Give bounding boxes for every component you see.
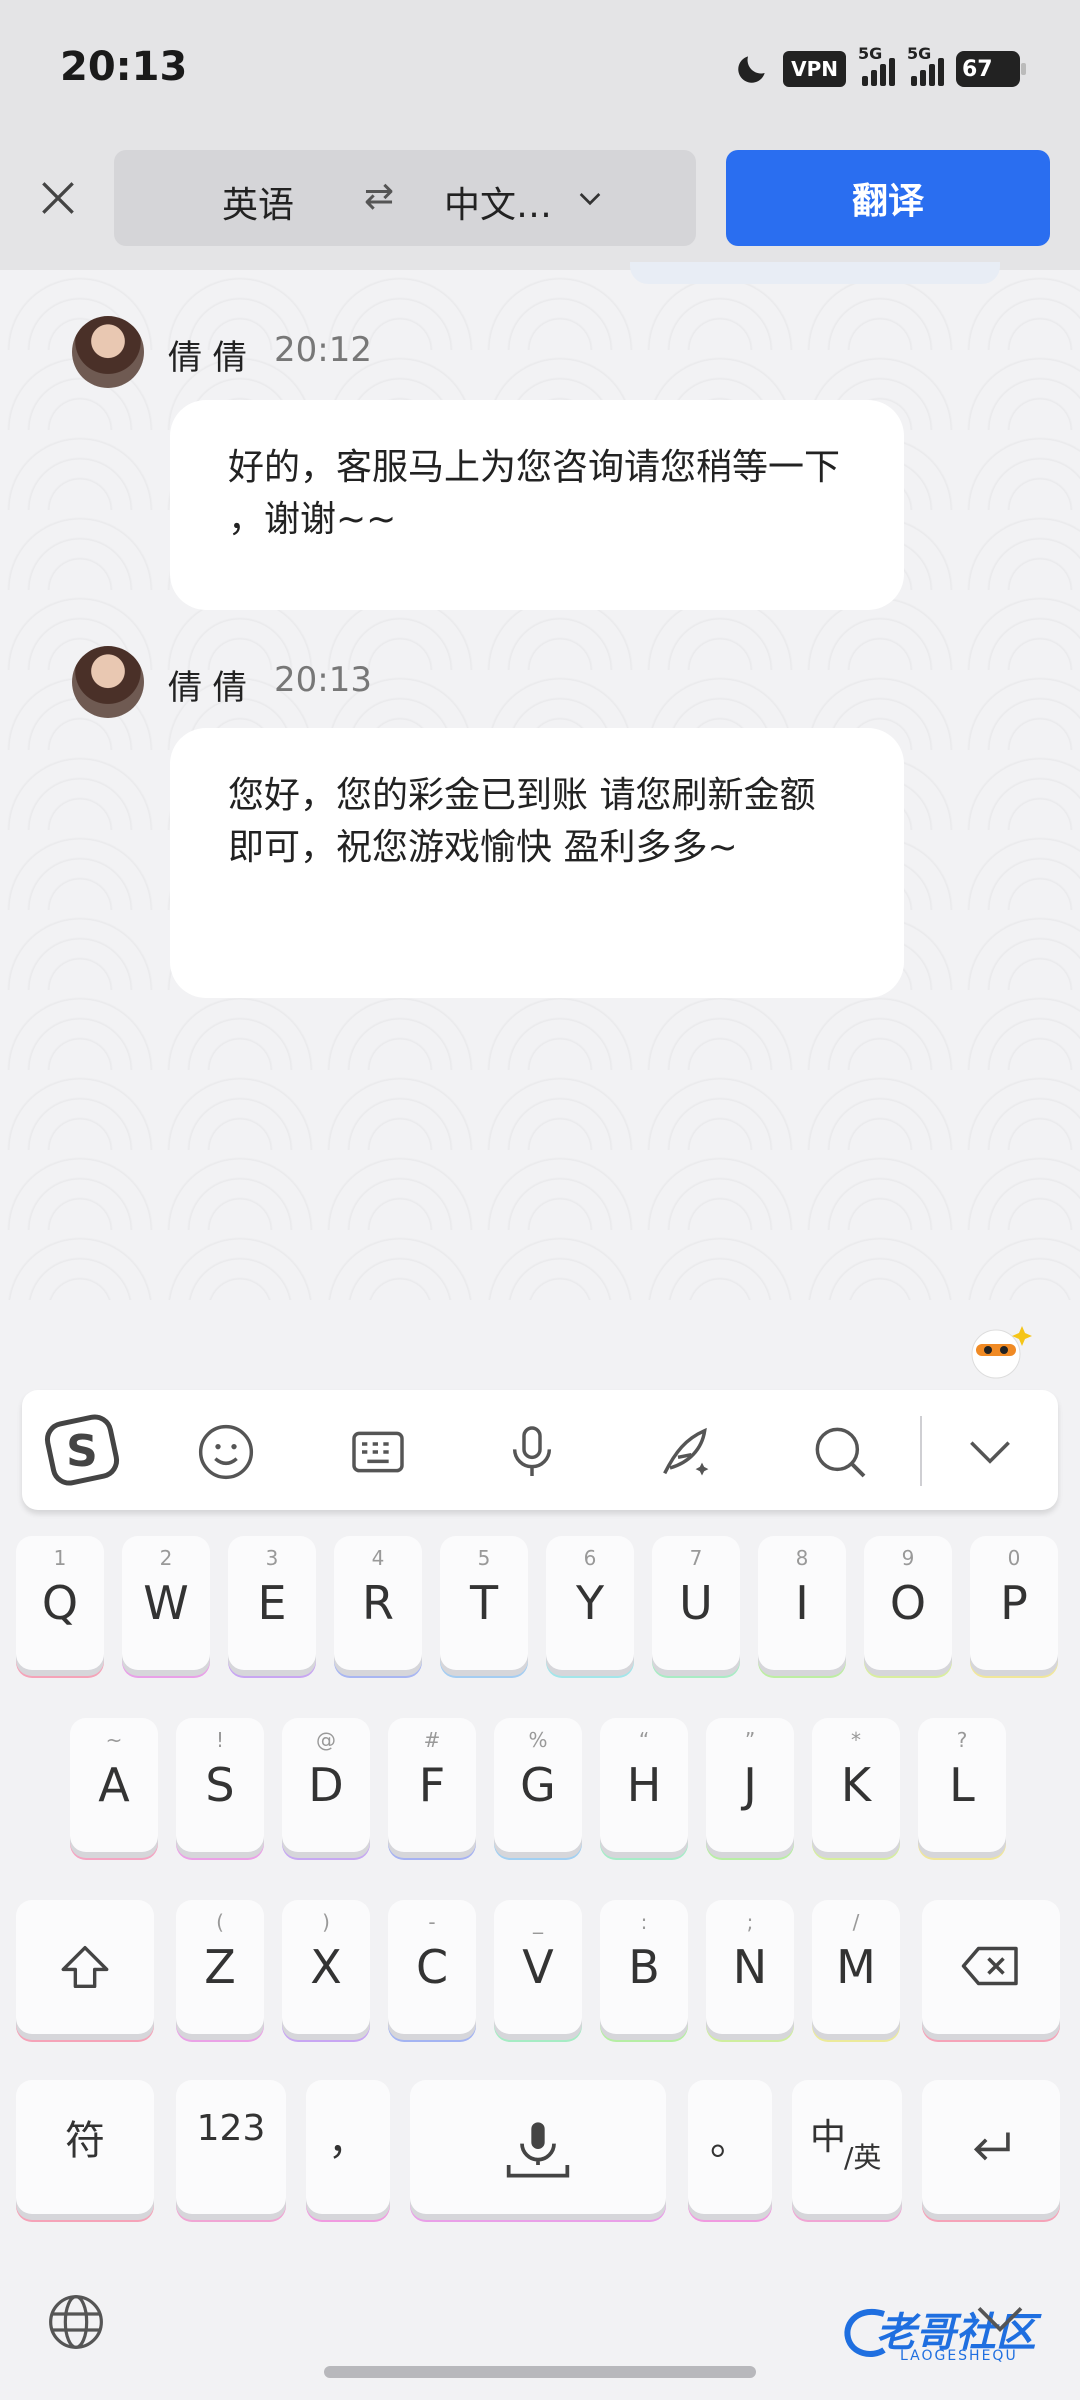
chat-area[interactable]: 倩 倩 20:12 好的，客服马上为您咨询请您稍等一下 ，谢谢~~ 倩 倩 20…: [0, 262, 1080, 1486]
signal-icon: 5G: [858, 44, 895, 86]
key-f[interactable]: # F: [388, 1718, 476, 1852]
comma-key[interactable]: ，: [306, 2080, 390, 2214]
key-c[interactable]: -C: [388, 1900, 476, 2034]
avatar[interactable]: [72, 646, 144, 718]
chevron-down-icon[interactable]: [574, 182, 606, 214]
status-icons: VPN 5G 5G 67: [733, 44, 1026, 88]
key-z[interactable]: (Z: [176, 1900, 264, 2034]
close-button[interactable]: [30, 170, 86, 226]
swap-icon[interactable]: ⇄: [364, 176, 394, 217]
watermark-logo: 老哥社区 LAOGESHEQU: [840, 2298, 1070, 2368]
space-key[interactable]: [410, 2080, 666, 2214]
key-b[interactable]: :B: [600, 1900, 688, 2034]
symbols-key[interactable]: 符: [16, 2080, 154, 2214]
keyboard-icon[interactable]: [346, 1420, 410, 1484]
period-key[interactable]: 。: [688, 2080, 772, 2214]
search-icon[interactable]: [808, 1420, 872, 1484]
moon-icon: [738, 56, 765, 83]
vpn-badge: VPN: [783, 51, 846, 87]
translate-toolbar: 英语 ⇄ 中文… 翻译: [0, 146, 1080, 270]
key-o[interactable]: 9O: [864, 1536, 952, 1670]
chevron-down-icon[interactable]: [958, 1420, 1022, 1484]
key-l[interactable]: ? L: [918, 1718, 1006, 1852]
sender-name: 倩 倩: [168, 668, 247, 708]
key-y[interactable]: 6Y: [546, 1536, 634, 1670]
feather-pen-icon[interactable]: [654, 1420, 718, 1484]
previous-bubble: [630, 262, 1000, 284]
status-time: 20:13: [60, 44, 188, 90]
key-u[interactable]: 7U: [652, 1536, 740, 1670]
key-r[interactable]: 4R: [334, 1536, 422, 1670]
key-j[interactable]: ” J: [706, 1718, 794, 1852]
message-bubble[interactable]: 好的，客服马上为您咨询请您稍等一下 ，谢谢~~: [170, 400, 904, 610]
message-bubble[interactable]: 您好，您的彩金已到账 请您刷新金额即可，祝您游戏愉快 盈利多多~: [170, 728, 904, 998]
key-x[interactable]: ) X: [282, 1900, 370, 2034]
globe-icon[interactable]: [44, 2290, 108, 2354]
key-h[interactable]: “H: [600, 1718, 688, 1852]
source-language[interactable]: 英语: [222, 176, 294, 228]
microphone-icon[interactable]: [500, 1420, 564, 1484]
message-time: 20:12: [274, 330, 372, 370]
avatar[interactable]: [72, 316, 144, 388]
status-bar: 20:13 VPN 5G 5G 67: [0, 0, 1080, 146]
key-t[interactable]: 5T: [440, 1536, 528, 1670]
key-n[interactable]: ; N: [706, 1900, 794, 2034]
key-d[interactable]: @ D: [282, 1718, 370, 1852]
sogou-logo-icon[interactable]: S: [42, 1410, 122, 1490]
mascot-icon[interactable]: [966, 1320, 1032, 1380]
target-language[interactable]: 中文…: [444, 176, 552, 228]
key-a[interactable]: ~ A: [70, 1718, 158, 1852]
key-s[interactable]: ! S: [176, 1718, 264, 1852]
shift-key[interactable]: [16, 1900, 154, 2034]
key-w[interactable]: 2W: [122, 1536, 210, 1670]
language-switch-key[interactable]: 中 /英: [792, 2080, 902, 2214]
enter-key[interactable]: [922, 2080, 1060, 2214]
close-icon: [42, 182, 74, 214]
backspace-key[interactable]: [922, 1900, 1060, 2034]
keyboard: S 1Q2W3E4R5T6Y7U8I9O0P ~ A! S @ D # F% G “H” J * K?…: [0, 1300, 1080, 2400]
translate-button[interactable]: 翻译: [726, 150, 1050, 246]
key-q[interactable]: 1Q: [16, 1536, 104, 1670]
key-g[interactable]: % G: [494, 1718, 582, 1852]
sender-name: 倩 倩: [168, 338, 247, 378]
signal-icon-2: 5G: [907, 44, 944, 86]
key-v[interactable]: _ V: [494, 1900, 582, 2034]
battery-icon: 67: [956, 51, 1026, 87]
emoji-icon[interactable]: [194, 1420, 258, 1484]
key-p[interactable]: 0P: [970, 1536, 1058, 1670]
key-k[interactable]: * K: [812, 1718, 900, 1852]
key-e[interactable]: 3E: [228, 1536, 316, 1670]
key-i[interactable]: 8I: [758, 1536, 846, 1670]
language-selector[interactable]: 英语 ⇄ 中文…: [114, 150, 696, 246]
collapse-keyboard-icon[interactable]: [972, 2300, 1028, 2340]
message-time: 20:13: [274, 660, 372, 700]
home-indicator[interactable]: [324, 2366, 756, 2378]
key-m[interactable]: / M: [812, 1900, 900, 2034]
svg-text:S: S: [66, 1426, 98, 1477]
numbers-key[interactable]: 123: [176, 2080, 286, 2214]
toolbar-divider: [920, 1416, 922, 1486]
keyboard-toolbar: S: [22, 1390, 1058, 1510]
